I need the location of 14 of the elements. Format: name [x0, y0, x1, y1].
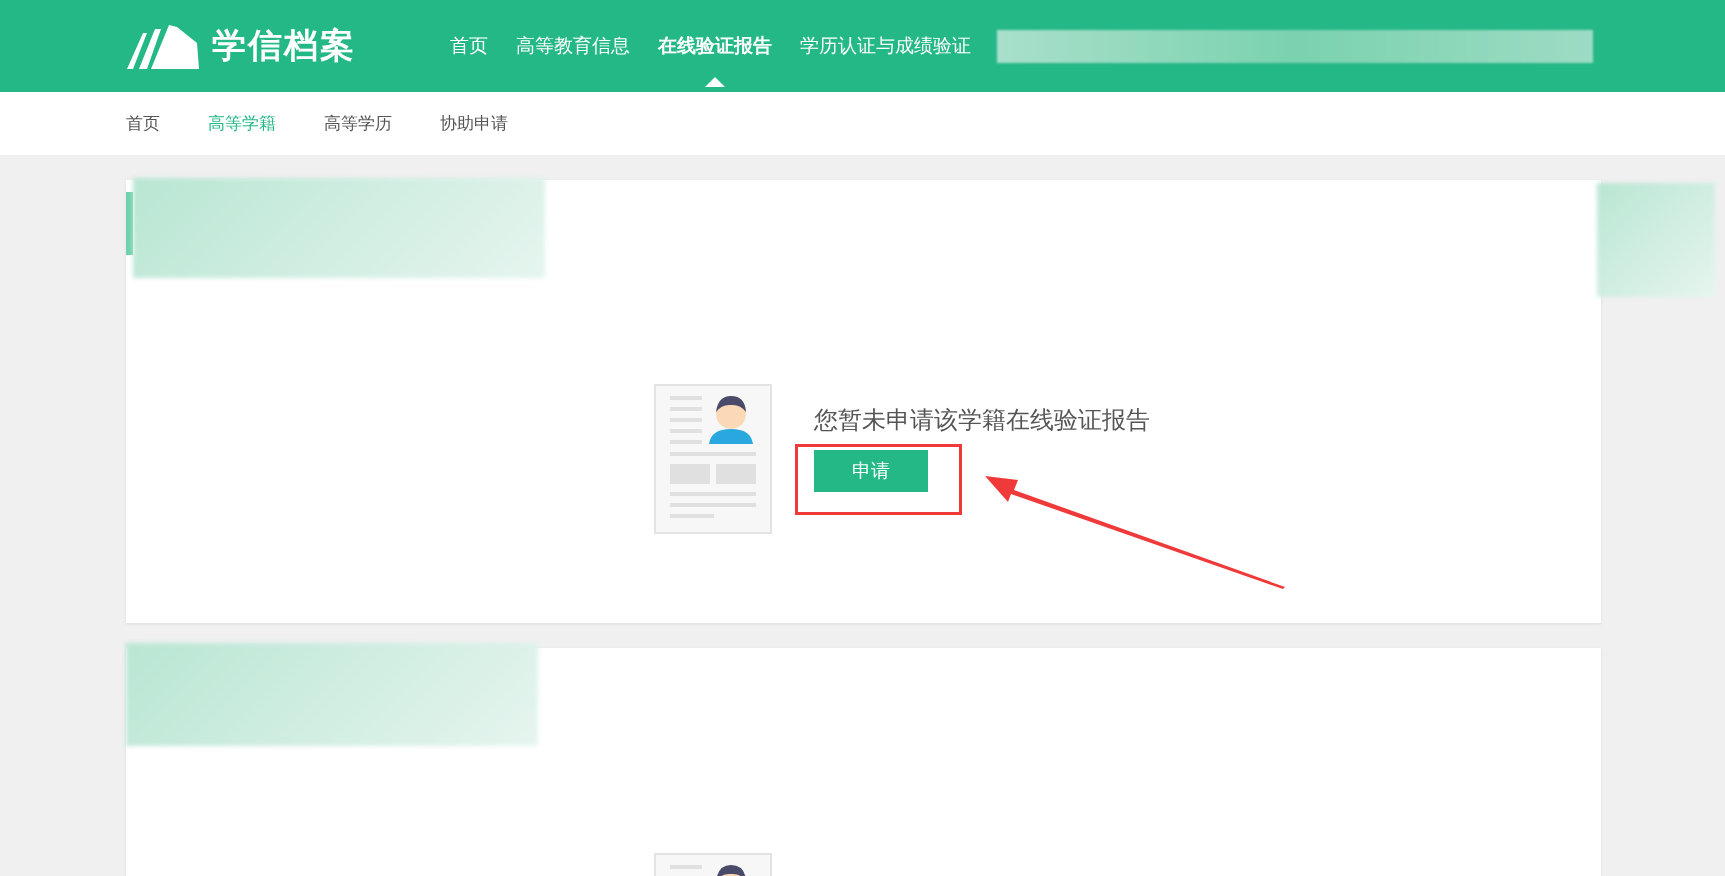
book-logo-icon — [125, 23, 200, 69]
subnav-tab[interactable]: 协助申请 — [440, 112, 508, 135]
subnav-tab[interactable]: 首页 — [126, 112, 160, 135]
nav-link[interactable]: 学历认证与成绩验证 — [800, 34, 971, 56]
accent-bar — [126, 192, 133, 255]
subnav-tab[interactable]: 高等学籍 — [208, 112, 276, 135]
nav-link[interactable]: 首页 — [450, 34, 488, 56]
nav-link[interactable]: 在线验证报告 — [658, 34, 772, 56]
logo-text: 学信档案 — [212, 24, 356, 67]
apply-button[interactable]: 申请 — [813, 450, 928, 492]
empty-message: 您暂未申请该学籍在线验证报告 — [813, 405, 1150, 436]
nav-link[interactable]: 高等教育信息 — [516, 34, 630, 56]
resume-document-icon — [653, 384, 772, 534]
subnav-tab[interactable]: 高等学历 — [324, 112, 392, 135]
